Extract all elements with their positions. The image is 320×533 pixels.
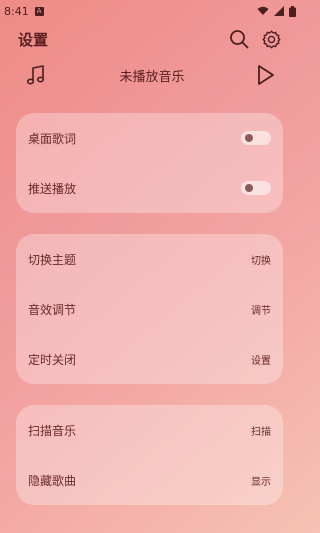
signal-icon	[274, 6, 284, 16]
adjust-sound-button[interactable]: 调节	[251, 302, 271, 317]
toggle-knob	[245, 184, 253, 192]
mini-player[interactable]: 未播放音乐	[0, 58, 300, 92]
desktop-lyrics-toggle[interactable]	[241, 131, 271, 145]
page-title: 设置	[18, 30, 49, 49]
setting-row-scan-music[interactable]: 扫描音乐 扫描	[28, 405, 271, 455]
header-actions	[229, 29, 282, 50]
setting-row-sleep-timer[interactable]: 定时关闭 设置	[28, 334, 271, 384]
setting-row-push-play[interactable]: 推送播放	[28, 163, 271, 213]
settings-button[interactable]	[261, 29, 282, 50]
setting-row-desktop-lyrics[interactable]: 桌面歌词	[28, 113, 271, 163]
set-timer-button[interactable]: 设置	[251, 352, 271, 367]
notification-icon: A	[34, 6, 44, 16]
appearance-card: 切换主题 切换 音效调节 调节 定时关闭 设置	[16, 234, 283, 384]
setting-row-sound-effect[interactable]: 音效调节 调节	[28, 284, 271, 334]
show-hidden-button[interactable]: 显示	[251, 473, 271, 488]
status-left: 8:41 A	[4, 5, 44, 18]
setting-row-theme[interactable]: 切换主题 切换	[28, 234, 271, 284]
music-note-icon	[26, 65, 45, 85]
setting-label: 切换主题	[28, 252, 77, 267]
setting-label: 定时关闭	[28, 352, 77, 367]
setting-label: 推送播放	[28, 181, 77, 196]
toggle-knob	[245, 134, 253, 142]
setting-label: 音效调节	[28, 302, 77, 317]
status-right	[257, 5, 296, 17]
battery-icon	[289, 5, 296, 17]
search-button[interactable]	[229, 29, 249, 49]
library-card: 扫描音乐 扫描 隐藏歌曲 显示	[16, 405, 283, 505]
wifi-icon	[257, 6, 269, 15]
play-icon	[258, 65, 274, 85]
push-play-toggle[interactable]	[241, 181, 271, 195]
scan-button[interactable]: 扫描	[251, 423, 271, 438]
setting-label: 隐藏歌曲	[28, 473, 77, 488]
setting-row-hidden-songs[interactable]: 隐藏歌曲 显示	[28, 455, 271, 505]
setting-label: 桌面歌词	[28, 131, 77, 146]
setting-label: 扫描音乐	[28, 423, 77, 438]
status-time: 8:41	[4, 4, 29, 18]
now-playing-text: 未播放音乐	[119, 69, 185, 85]
switch-theme-button[interactable]: 切换	[251, 252, 271, 267]
search-icon	[230, 30, 249, 49]
play-button[interactable]	[256, 64, 276, 86]
app-header: 设置	[0, 22, 300, 56]
lyrics-card: 桌面歌词 推送播放	[16, 113, 283, 213]
gear-icon	[262, 29, 281, 49]
status-bar: 8:41 A	[0, 0, 300, 22]
